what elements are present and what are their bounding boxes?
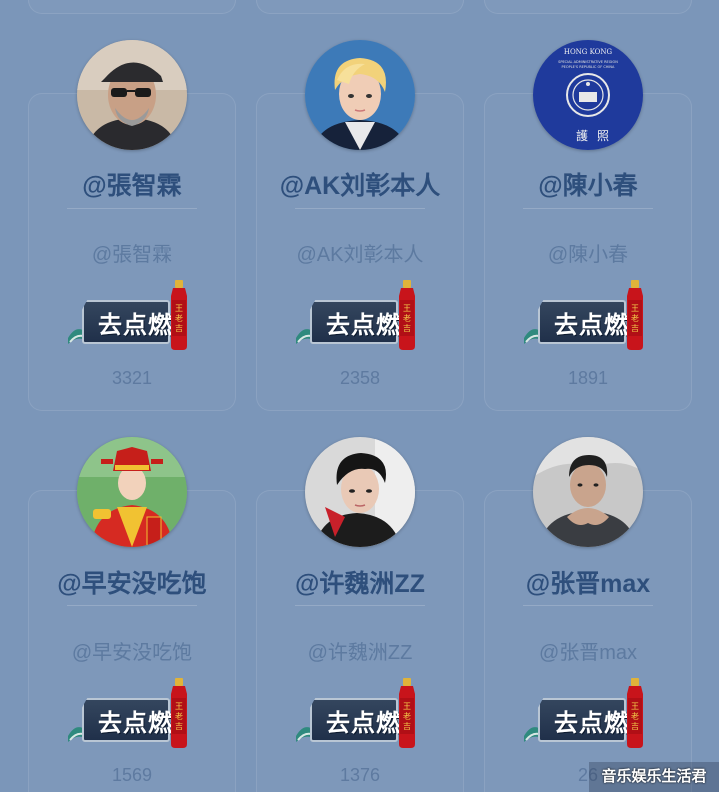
divider	[295, 605, 425, 606]
avatar[interactable]	[77, 437, 187, 547]
divider	[523, 208, 653, 209]
god-of-wealth-costume-photo-icon	[77, 437, 187, 547]
avatar[interactable]	[305, 40, 415, 150]
badge-slogan: 去点燃	[554, 708, 629, 737]
divider	[295, 208, 425, 209]
badge-slogan: 去点燃	[326, 708, 401, 737]
watermark: 音乐娱乐生活君	[589, 762, 719, 792]
user-name[interactable]: @许魏洲ZZ	[240, 564, 480, 600]
divider	[523, 605, 653, 606]
user-handle[interactable]: @早安没吃饱	[22, 636, 242, 665]
svg-text:HONG KONG: HONG KONG	[564, 48, 613, 56]
svg-text:吉: 吉	[175, 722, 183, 731]
user-grid: @張智霖 @張智霖 去点燃 王 老 吉 3321 @AK刘彰本人 @AK刘彰本人…	[0, 0, 719, 792]
svg-text:老: 老	[631, 313, 639, 323]
user-handle[interactable]: @張智霖	[22, 238, 242, 267]
promo-badge: 去点燃 王 老 吉	[68, 280, 196, 352]
promo-badge: 去点燃 王 老 吉	[68, 678, 196, 750]
avatar[interactable]	[305, 437, 415, 547]
svg-text:吉: 吉	[631, 324, 639, 333]
user-name[interactable]: @AK刘彰本人	[240, 166, 480, 202]
score-count: 1376	[339, 765, 381, 785]
svg-text:SPECIAL ADMINISTRATIVE REGION: SPECIAL ADMINISTRATIVE REGION	[558, 60, 618, 64]
user-name[interactable]: @张晋max	[468, 564, 708, 600]
svg-text:吉: 吉	[403, 722, 411, 731]
avatar[interactable]	[77, 40, 187, 150]
svg-text:老: 老	[403, 313, 411, 323]
divider	[67, 605, 197, 606]
user-name[interactable]: @早安没吃饱	[12, 564, 252, 600]
svg-text:吉: 吉	[631, 722, 639, 731]
svg-text:吉: 吉	[403, 324, 411, 333]
svg-text:照: 照	[597, 129, 609, 143]
svg-text:老: 老	[631, 711, 639, 721]
svg-text:PEOPLE'S REPUBLIC OF CHINA: PEOPLE'S REPUBLIC OF CHINA	[562, 65, 616, 69]
promo-badge: 去点燃 王 老 吉	[296, 280, 424, 352]
svg-text:王: 王	[175, 702, 183, 711]
score-count: 3321	[111, 368, 153, 388]
svg-text:老: 老	[175, 313, 183, 323]
hong-kong-passport-emblem-icon: HONG KONG SPECIAL ADMINISTRATIVE REGION …	[533, 40, 643, 150]
bottle-icon: 王 老 吉	[627, 280, 643, 350]
avatar[interactable]: HONG KONG SPECIAL ADMINISTRATIVE REGION …	[533, 40, 643, 150]
bottle-icon: 王 老 吉	[627, 678, 643, 748]
user-handle[interactable]: @许魏洲ZZ	[250, 636, 470, 665]
badge-slogan: 去点燃	[98, 708, 173, 737]
user-name[interactable]: @陳小春	[468, 166, 708, 202]
user-name[interactable]: @張智霖	[12, 166, 252, 202]
man-cap-sunglasses-photo-icon	[77, 40, 187, 150]
svg-text:王: 王	[631, 702, 639, 711]
previous-row-card-stub	[256, 0, 464, 14]
bottle-icon: 王 老 吉	[399, 280, 415, 350]
avatar[interactable]	[533, 437, 643, 547]
svg-text:老: 老	[403, 711, 411, 721]
badge-slogan: 去点燃	[554, 310, 629, 339]
svg-text:王: 王	[403, 304, 411, 313]
svg-text:老: 老	[175, 711, 183, 721]
young-man-dark-hair-photo-icon	[305, 437, 415, 547]
bottle-icon: 王 老 吉	[171, 280, 187, 350]
promo-badge: 去点燃 王 老 吉	[296, 678, 424, 750]
user-handle[interactable]: @张晋max	[478, 636, 698, 665]
blond-young-man-photo-icon	[305, 40, 415, 150]
promo-badge: 去点燃 王 老 吉	[524, 280, 652, 352]
svg-text:王: 王	[403, 702, 411, 711]
bottle-icon: 王 老 吉	[399, 678, 415, 748]
svg-text:王: 王	[631, 304, 639, 313]
previous-row-card-stub	[484, 0, 692, 14]
previous-row-card-stub	[28, 0, 236, 14]
divider	[67, 208, 197, 209]
bottle-icon: 王 老 吉	[171, 678, 187, 748]
user-handle[interactable]: @AK刘彰本人	[250, 238, 470, 267]
man-hands-clasped-photo-icon	[533, 437, 643, 547]
badge-slogan: 去点燃	[98, 310, 173, 339]
svg-text:護: 護	[576, 128, 588, 143]
svg-text:王: 王	[175, 304, 183, 313]
svg-text:吉: 吉	[175, 324, 183, 333]
badge-slogan: 去点燃	[326, 310, 401, 339]
score-count: 1891	[567, 368, 609, 388]
promo-badge: 去点燃 王 老 吉	[524, 678, 652, 750]
user-handle[interactable]: @陳小春	[478, 238, 698, 267]
score-count: 2358	[339, 368, 381, 388]
score-count: 1569	[111, 765, 153, 785]
